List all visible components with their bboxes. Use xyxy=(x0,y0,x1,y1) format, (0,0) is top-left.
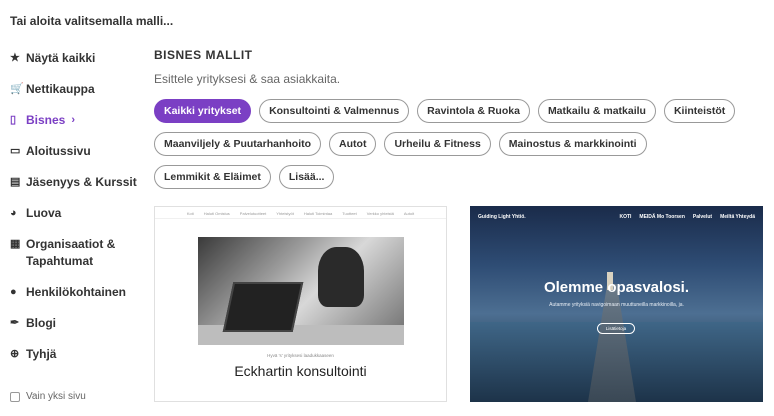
chip-cars[interactable]: Autot xyxy=(329,132,377,156)
chip-restaurant[interactable]: Ravintola & Ruoka xyxy=(417,99,530,123)
filter-chips: Kaikki yritykset Konsultointi & Valmennu… xyxy=(154,99,769,198)
window-icon: ▭ xyxy=(10,145,21,157)
thumbnail-nav: Koti Haluti Omistus Palvelutuotteet Yhte… xyxy=(155,207,446,219)
thumbnail-nav: Guiding Light Yhtiö. KOTI MEIDÄ Mo Toors… xyxy=(478,214,755,220)
single-page-option[interactable]: Vain yksi sivu xyxy=(10,391,86,402)
sidebar-item-label: Luova xyxy=(26,206,62,220)
chip-real-estate[interactable]: Kiinteistöt xyxy=(663,99,736,123)
section-subtitle: Esittele yrityksesi & saa asiakkaita. xyxy=(154,72,341,86)
thumbnail-nav-link: Koti xyxy=(186,211,194,216)
thumbnail-headline: Olemme opasvalosi. xyxy=(543,279,690,296)
thumbnail-nav-link: Autoit xyxy=(403,211,415,216)
chip-sports[interactable]: Urheilu & Fitness xyxy=(384,132,491,156)
thumbnail-nav-link: Verkko yhteistä xyxy=(366,211,394,216)
thumbnail-nav-link: Haluti Omistus xyxy=(203,211,230,216)
thumbnail-subtext: Autamme yrityksiä navigoimaan muuttuneil… xyxy=(549,302,684,308)
thumbnail-cta-button: Lisätietoja xyxy=(597,323,635,334)
thumbnail-nav-link: Palvelutuotteet xyxy=(239,211,267,216)
chevron-right-icon: › xyxy=(71,114,76,126)
sidebar-item-label: Henkilökohtainen xyxy=(26,285,127,299)
category-sidebar: ★ Näytä kaikki 🛒 Nettikauppa ▯ Bisnes › … xyxy=(10,50,145,377)
thumbnail-nav-link: Yhteistyöt xyxy=(276,211,294,216)
thumbnail-nav-links: KOTI MEIDÄ Mo Toorsen Palvelut Meiltä Yh… xyxy=(619,214,755,220)
template-thumbnail-guiding-light[interactable]: Guiding Light Yhtiö. KOTI MEIDÄ Mo Toors… xyxy=(470,206,763,402)
section-title: BISNES MALLIT xyxy=(154,48,253,62)
chip-marketing[interactable]: Mainostus & markkinointi xyxy=(498,132,647,156)
thumbnail-title: Eckhartin konsultointi xyxy=(234,363,367,379)
calendar-icon: ▦ xyxy=(10,238,21,250)
user-icon: ● xyxy=(10,286,17,298)
sidebar-item-creative[interactable]: ◕ Luova xyxy=(10,205,145,222)
chip-agriculture[interactable]: Maanviljely & Puutarhanhoito xyxy=(154,132,322,156)
palette-icon: ◕ xyxy=(10,207,17,219)
template-thumbnail-consulting[interactable]: Koti Haluti Omistus Palvelutuotteet Yhte… xyxy=(154,206,447,402)
chip-consulting[interactable]: Konsultointi & Valmennus xyxy=(259,99,410,123)
sidebar-item-label: Bisnes xyxy=(26,113,66,127)
thumbnail-tagline: Hyvä 's' yrityksesi laadukkaaseen xyxy=(267,353,334,358)
cart-icon: 🛒 xyxy=(10,83,24,95)
sidebar-item-show-all[interactable]: ★ Näytä kaikki xyxy=(10,50,145,67)
sidebar-item-ecommerce[interactable]: 🛒 Nettikauppa xyxy=(10,81,145,98)
thumbnail-nav-link: Tuotteet xyxy=(342,211,357,216)
thumbnail-nav-link: Meiltä Yhteydä xyxy=(720,214,755,220)
chip-travel[interactable]: Matkailu & matkailu xyxy=(537,99,656,123)
template-panel: BISNES MALLIT Esittele yrityksesi & saa … xyxy=(154,48,764,198)
single-page-checkbox[interactable] xyxy=(10,391,20,402)
pen-icon: ✒ xyxy=(10,317,20,329)
sidebar-item-membership[interactable]: ▤ Jäsenyys & Kurssit xyxy=(10,174,145,191)
sidebar-item-business[interactable]: ▯ Bisnes › xyxy=(10,112,145,129)
sidebar-item-label: Nettikauppa xyxy=(26,82,95,96)
thumbnail-nav-link: Palvelut xyxy=(692,214,713,220)
photo-laptop xyxy=(222,282,304,332)
thumbnail-nav-link: KOTI xyxy=(619,214,632,220)
clipboard-icon: ▯ xyxy=(10,114,17,126)
sidebar-item-label: Blogi xyxy=(26,316,56,330)
sidebar-item-blank[interactable]: ⊕ Tyhjä xyxy=(10,346,145,363)
plus-circle-icon: ⊕ xyxy=(10,348,20,360)
page-heading: Tai aloita valitsemalla malli... xyxy=(10,14,174,28)
chip-all-businesses[interactable]: Kaikki yritykset xyxy=(154,99,252,123)
sidebar-item-blog[interactable]: ✒ Blogi xyxy=(10,315,145,332)
thumbnail-nav-link: Haluti Toimintaa xyxy=(303,211,333,216)
thumbnail-brand: Guiding Light Yhtiö. xyxy=(478,214,526,220)
sidebar-item-landing-page[interactable]: ▭ Aloitussivu xyxy=(10,143,145,160)
sidebar-item-label: Tyhjä xyxy=(26,347,57,361)
id-card-icon: ▤ xyxy=(10,176,21,188)
single-page-label: Vain yksi sivu xyxy=(26,391,86,402)
sidebar-item-label: Näytä kaikki xyxy=(26,51,96,65)
sidebar-item-organizations[interactable]: ▦ Organisaatiot & Tapahtumat xyxy=(10,236,145,270)
sidebar-item-label: Jäsenyys & Kurssit xyxy=(26,175,137,189)
sidebar-item-personal[interactable]: ● Henkilökohtainen xyxy=(10,284,145,301)
chip-more[interactable]: Lisää... xyxy=(278,165,335,189)
photo-person xyxy=(318,247,364,307)
star-icon: ★ xyxy=(10,52,20,64)
thumbnail-nav-link: MEIDÄ Mo Toorsen xyxy=(639,214,685,220)
sidebar-item-label: Aloitussivu xyxy=(26,144,91,158)
chip-pets[interactable]: Lemmikit & Eläimet xyxy=(154,165,271,189)
sidebar-item-label: Organisaatiot & Tapahtumat xyxy=(26,237,116,268)
thumbnail-photo xyxy=(198,237,404,345)
